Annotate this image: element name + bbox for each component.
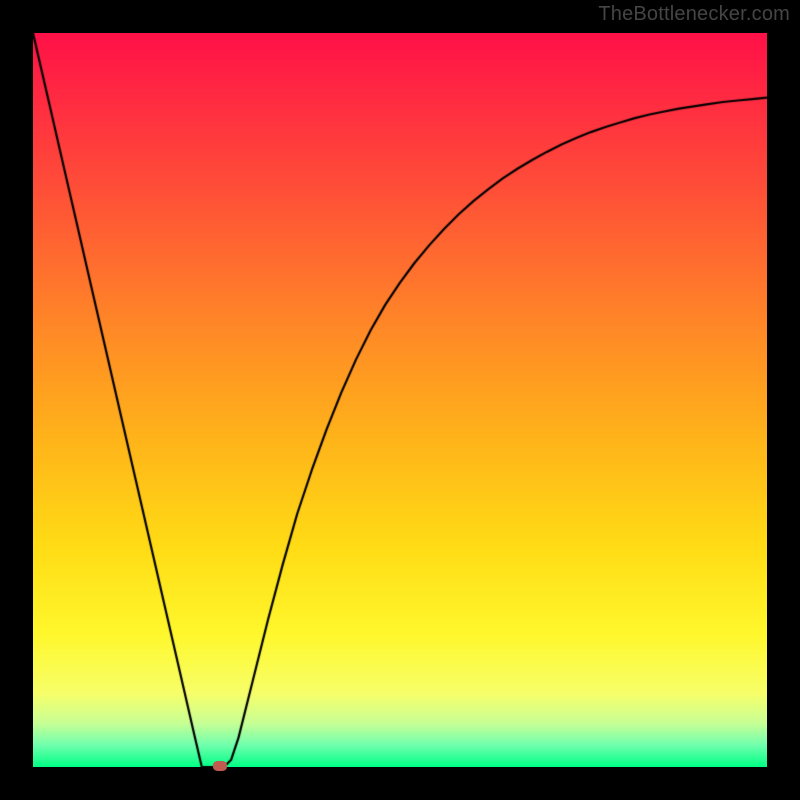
chart-frame: TheBottlenecker.com	[0, 0, 800, 800]
optimum-marker	[213, 761, 227, 771]
chart-canvas	[33, 33, 767, 767]
plot-area	[33, 33, 767, 767]
source-link[interactable]: TheBottlenecker.com	[598, 3, 790, 26]
